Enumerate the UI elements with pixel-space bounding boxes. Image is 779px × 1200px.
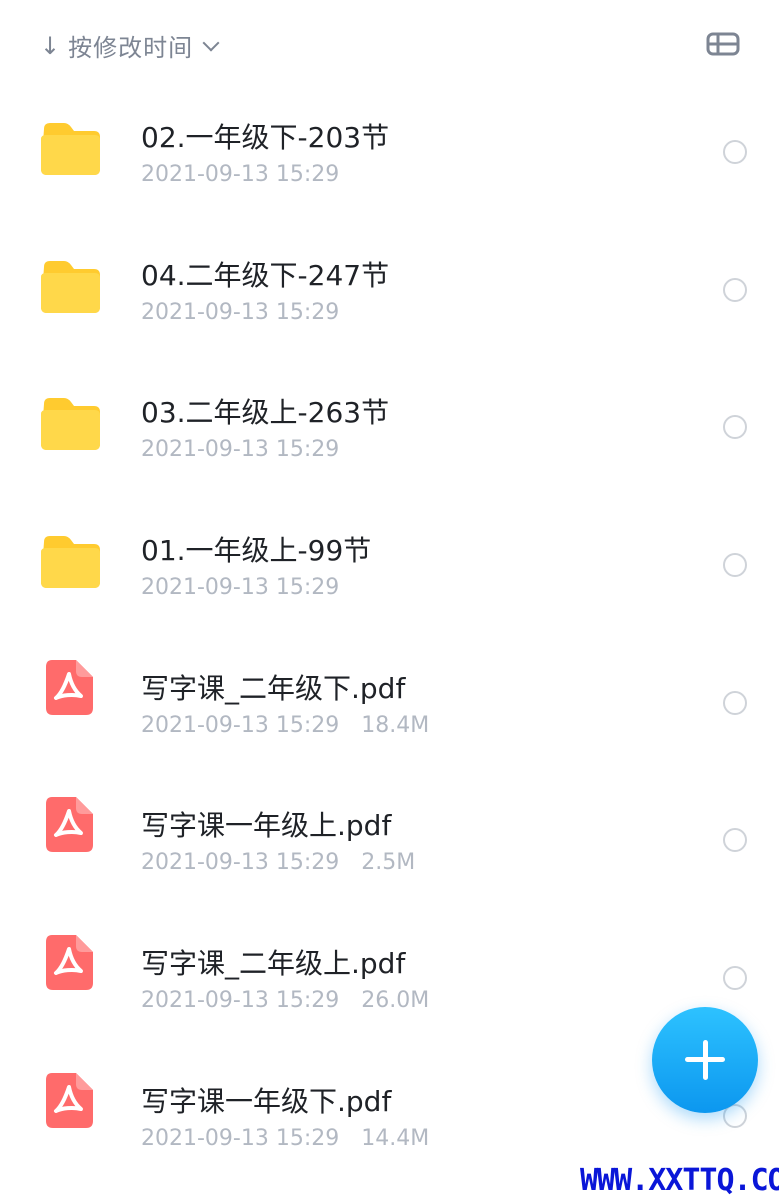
select-radio[interactable] xyxy=(723,553,747,578)
file-row[interactable]: 写字课_二年级上.pdf 2021-09-13 15:29 26.0M xyxy=(0,892,779,1030)
file-row[interactable]: 03.二年级上-263节 2021-09-13 15:29 xyxy=(0,341,779,479)
file-meta: 2021-09-13 15:29 26.0M xyxy=(141,988,429,1013)
file-size: 26.0M xyxy=(361,988,430,1014)
folder-icon xyxy=(41,123,100,175)
file-meta: 2021-09-13 15:29 xyxy=(141,300,339,325)
select-radio[interactable] xyxy=(723,277,747,302)
chevron-down-icon xyxy=(202,34,220,51)
file-name: 写字课_二年级上.pdf xyxy=(141,947,406,981)
pdf-icon xyxy=(46,659,93,715)
file-date: 2021-09-13 15:29 xyxy=(141,299,340,325)
select-radio[interactable] xyxy=(723,966,747,991)
file-row[interactable]: 02.一年级下-203节 2021-09-13 15:29 xyxy=(0,66,779,204)
sort-arrow-icon: ↓ xyxy=(40,31,61,60)
file-date: 2021-09-13 15:29 xyxy=(141,162,340,187)
file-date: 2021-09-13 15:29 xyxy=(141,575,340,601)
pdf-icon xyxy=(46,1072,93,1128)
file-meta: 2021-09-13 15:29 2.5M xyxy=(141,850,415,875)
file-name: 写字课_二年级下.pdf xyxy=(141,671,406,705)
sort-dropdown[interactable]: ↓ 按修改时间 xyxy=(40,28,220,63)
add-button[interactable] xyxy=(652,1007,758,1113)
file-row[interactable]: 写字课_二年级下.pdf 2021-09-13 15:29 18.4M xyxy=(0,617,779,755)
file-name: 写字课一年级上.pdf xyxy=(141,809,392,843)
file-row[interactable]: 写字课一年级上.pdf 2021-09-13 15:29 2.5M xyxy=(0,754,779,892)
file-date: 2021-09-13 15:29 xyxy=(141,1125,340,1151)
file-name: 02.一年级下-203节 xyxy=(141,121,390,154)
select-radio[interactable] xyxy=(723,690,747,715)
folder-icon xyxy=(41,260,100,313)
folder-icon xyxy=(41,398,100,451)
file-list: 02.一年级下-203节 2021-09-13 15:29 04.二年级下-247节… xyxy=(0,66,779,1168)
file-meta: 2021-09-13 15:29 18.4M xyxy=(141,713,429,738)
file-name: 03.二年级上-263节 xyxy=(141,396,390,430)
file-size: 18.4M xyxy=(361,712,430,738)
file-size: 14.4M xyxy=(361,1125,430,1151)
folder-icon xyxy=(41,536,100,589)
list-view-icon[interactable] xyxy=(706,32,740,56)
file-date: 2021-09-13 15:29 xyxy=(141,712,340,738)
file-meta: 2021-09-13 15:29 xyxy=(141,575,339,600)
pdf-icon xyxy=(46,797,93,853)
pdf-icon xyxy=(46,935,93,991)
file-name: 04.二年级下-247节 xyxy=(141,258,390,292)
file-name: 写字课一年级下.pdf xyxy=(141,1084,392,1118)
sort-label: 按修改时间 xyxy=(68,34,194,62)
file-name: 01.一年级上-99节 xyxy=(141,534,372,568)
watermark: WWW.XXTTQ.COM xyxy=(580,1163,779,1198)
file-date: 2021-09-13 15:29 xyxy=(141,850,340,876)
file-size: 2.5M xyxy=(361,850,416,876)
file-row[interactable]: 01.一年级上-99节 2021-09-13 15:29 xyxy=(0,479,779,617)
select-radio[interactable] xyxy=(723,140,747,164)
file-meta: 2021-09-13 15:29 14.4M xyxy=(141,1126,429,1151)
file-date: 2021-09-13 15:29 xyxy=(141,437,340,463)
file-meta: 2021-09-13 15:29 xyxy=(141,162,339,187)
select-radio[interactable] xyxy=(723,828,747,853)
file-row[interactable]: 04.二年级下-247节 2021-09-13 15:29 xyxy=(0,204,779,342)
select-radio[interactable] xyxy=(723,415,747,440)
file-meta: 2021-09-13 15:29 xyxy=(141,437,339,462)
file-date: 2021-09-13 15:29 xyxy=(141,988,340,1014)
